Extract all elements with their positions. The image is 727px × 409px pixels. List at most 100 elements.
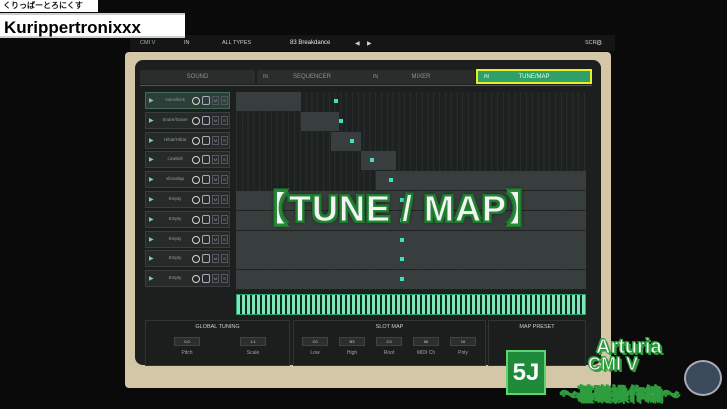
edit-icon[interactable] — [202, 254, 210, 264]
preset-name[interactable]: 83 Breakdance — [290, 40, 330, 46]
map-zone[interactable] — [236, 250, 586, 270]
map-zone[interactable] — [301, 111, 339, 131]
map-zone[interactable] — [236, 270, 586, 290]
edit-icon[interactable] — [202, 155, 210, 165]
slot-row[interactable]: ▶ vibraslap M S — [145, 171, 230, 189]
edit-icon[interactable] — [202, 175, 210, 185]
edit-icon[interactable] — [202, 195, 210, 204]
solo-button[interactable]: S — [221, 175, 228, 185]
volume-knob-icon[interactable] — [192, 176, 200, 185]
channel-name: Kurippertronixxx — [0, 13, 185, 38]
root-key-marker[interactable] — [370, 158, 374, 163]
mute-button[interactable]: M — [212, 135, 219, 145]
volume-knob-icon[interactable] — [192, 156, 200, 165]
slot-row[interactable]: ▶ Voice/kick M S — [145, 92, 230, 109]
map-zone[interactable] — [361, 151, 396, 171]
mute-button[interactable]: M — [212, 175, 219, 185]
tab-mixer[interactable]: IN MIXER — [367, 70, 475, 84]
solo-button[interactable]: S — [221, 155, 228, 165]
solo-button[interactable]: S — [221, 214, 228, 224]
root-key-marker[interactable] — [334, 99, 338, 103]
solo-button[interactable]: S — [221, 195, 228, 204]
app-label[interactable]: CMI V — [140, 40, 155, 46]
tab-sequencer[interactable]: IN SEQUENCER — [257, 70, 367, 84]
slot-row[interactable]: ▶ Hihat/Hihat M S — [145, 131, 230, 149]
slot-row[interactable]: ▶ cowbell M S — [145, 151, 230, 169]
play-icon[interactable]: ▶ — [149, 254, 158, 264]
map-zone[interactable] — [236, 230, 586, 250]
volume-knob-icon[interactable] — [192, 136, 200, 145]
mute-button[interactable]: M — [212, 155, 219, 165]
play-icon[interactable]: ▶ — [149, 274, 158, 284]
slot-map-poly-field[interactable]: 16 — [450, 337, 476, 346]
slot-map-high-label: High — [346, 350, 358, 356]
piano-keyboard[interactable] — [236, 294, 586, 315]
volume-knob-icon[interactable] — [192, 275, 200, 284]
root-key-marker[interactable] — [400, 237, 404, 242]
edit-icon[interactable] — [202, 135, 210, 145]
solo-button[interactable]: S — [221, 274, 228, 284]
mute-button[interactable]: M — [212, 96, 219, 105]
module-label[interactable]: IN — [184, 40, 190, 46]
slot-map-low-field[interactable]: C0 — [302, 337, 328, 346]
edit-icon[interactable] — [202, 214, 210, 224]
mute-button[interactable]: M — [212, 254, 219, 264]
slot-row[interactable]: ▶ Empty M S — [145, 191, 230, 208]
slot-row[interactable]: ▶ Snare/Snare M S — [145, 111, 230, 129]
edit-icon[interactable] — [202, 234, 210, 244]
tab-sound[interactable]: SOUND — [140, 70, 255, 84]
slot-row[interactable]: ▶ Empty M S — [145, 210, 230, 228]
pitch-field[interactable]: 0.0 — [174, 337, 200, 346]
mute-button[interactable]: M — [212, 195, 219, 204]
play-icon[interactable]: ▶ — [149, 116, 158, 126]
volume-knob-icon[interactable] — [192, 255, 200, 264]
solo-button[interactable]: S — [221, 96, 228, 105]
volume-knob-icon[interactable] — [192, 235, 200, 244]
root-key-marker[interactable] — [400, 257, 404, 262]
slot-name: Empty — [168, 235, 182, 241]
slot-name: Snare/Snare — [162, 116, 188, 122]
edit-icon[interactable] — [202, 115, 210, 125]
play-icon[interactable]: ▶ — [149, 96, 158, 106]
play-icon[interactable]: ▶ — [149, 195, 158, 205]
types-filter[interactable]: ALL TYPES — [222, 40, 251, 46]
slot-row[interactable]: ▶ Empty M S — [145, 270, 230, 288]
play-icon[interactable]: ▶ — [149, 235, 158, 245]
root-key-marker[interactable] — [350, 138, 354, 143]
slot-map-root-field[interactable]: C3 — [376, 337, 402, 346]
slot-map-high-field[interactable]: B3 — [339, 337, 365, 346]
edit-icon[interactable] — [202, 96, 210, 105]
gear-icon[interactable]: ⚙ — [596, 39, 602, 47]
basic-operations-title: 〜基礎操作編〜 — [560, 385, 680, 405]
scale-field[interactable]: 1:1 — [240, 337, 266, 346]
mute-button[interactable]: M — [212, 274, 219, 284]
root-key-marker[interactable] — [339, 118, 343, 123]
volume-knob-icon[interactable] — [192, 215, 200, 224]
volume-knob-icon[interactable] — [192, 97, 200, 105]
prev-preset-button[interactable]: ◀ — [355, 40, 360, 47]
play-icon[interactable]: ▶ — [149, 175, 158, 185]
slot-row[interactable]: ▶ Empty M S — [145, 230, 230, 248]
play-icon[interactable]: ▶ — [149, 155, 158, 165]
mute-button[interactable]: M — [212, 115, 219, 125]
sc-label[interactable]: SCR — [585, 40, 597, 46]
mute-button[interactable]: M — [212, 214, 219, 224]
slot-map-midi-field[interactable]: All — [413, 337, 439, 346]
play-icon[interactable]: ▶ — [149, 136, 158, 146]
edit-icon[interactable] — [202, 274, 210, 284]
next-preset-button[interactable]: ▶ — [367, 40, 372, 47]
mute-button[interactable]: M — [212, 234, 219, 244]
map-preset-title: MAP PRESET — [519, 324, 555, 330]
tab-tune-map[interactable]: IN TUNE/MAP — [476, 69, 592, 84]
solo-button[interactable]: S — [221, 234, 228, 244]
solo-button[interactable]: S — [221, 115, 228, 125]
solo-button[interactable]: S — [221, 135, 228, 145]
root-key-marker[interactable] — [400, 277, 404, 282]
map-zone[interactable] — [236, 92, 301, 111]
map-zone[interactable] — [331, 131, 361, 151]
play-icon[interactable]: ▶ — [149, 215, 158, 225]
solo-button[interactable]: S — [221, 254, 228, 264]
slot-row[interactable]: ▶ Empty M S — [145, 250, 230, 268]
volume-knob-icon[interactable] — [192, 196, 200, 204]
volume-knob-icon[interactable] — [192, 116, 200, 125]
